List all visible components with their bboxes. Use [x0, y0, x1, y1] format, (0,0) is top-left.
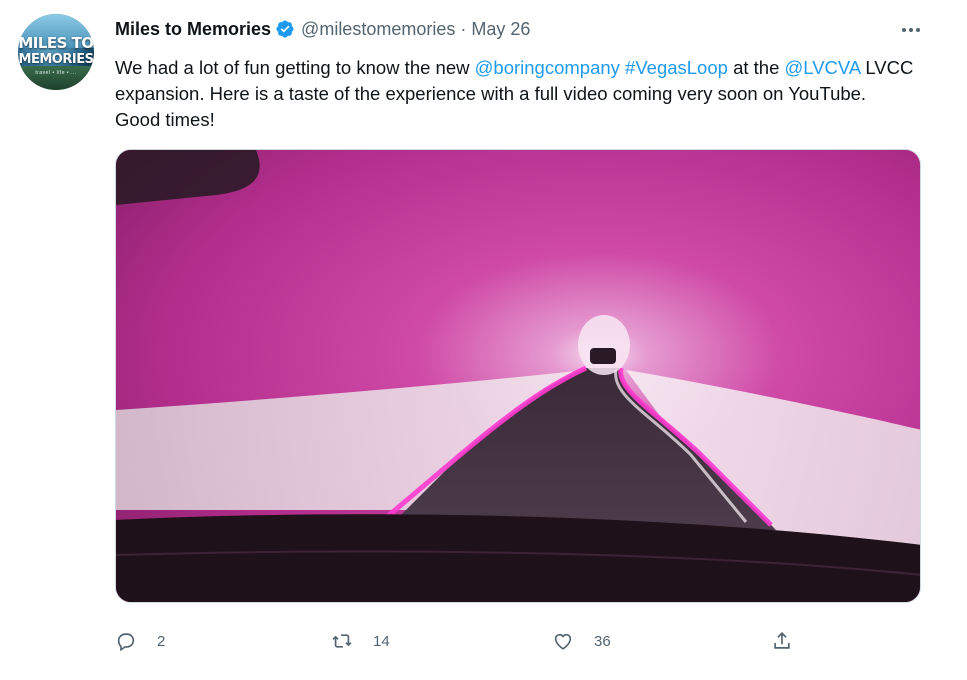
retweet-button[interactable]: 14 [331, 626, 390, 656]
mention-boringcompany[interactable]: @boringcompany [475, 57, 620, 78]
author-handle[interactable]: @milestomemories [301, 19, 455, 40]
author-name[interactable]: Miles to Memories [115, 19, 271, 40]
like-count: 36 [594, 632, 611, 650]
avatar-logo-line1: MILES TO [18, 34, 94, 52]
tweet-text-part1: We had a lot of fun getting to know the … [115, 57, 475, 78]
avatar-logo-line2: MEMORIES [18, 52, 94, 67]
tweet-media-video[interactable] [115, 149, 921, 603]
tunnel-far-ring [578, 315, 630, 375]
header-separator: · [460, 18, 467, 39]
more-dot [902, 28, 906, 32]
more-options-icon[interactable] [898, 20, 924, 40]
tweet-header: Miles to Memories @milestomemories · May… [115, 17, 530, 41]
mention-lvcva[interactable]: @LVCVA [785, 57, 861, 78]
hashtag-vegasloop[interactable]: #VegasLoop [625, 57, 728, 78]
tunnel-video-frame [116, 150, 920, 602]
share-button[interactable] [771, 626, 793, 656]
avatar[interactable]: MILES TO MEMORIES travel • life • ... [18, 14, 94, 90]
tweet-actions: 2 14 36 [115, 626, 805, 656]
reply-count: 2 [157, 632, 166, 650]
more-dot [916, 28, 920, 32]
share-icon [771, 630, 793, 652]
tweet-text-part2: at the [727, 57, 785, 78]
verified-badge-icon [275, 19, 295, 39]
like-button[interactable]: 36 [552, 626, 611, 656]
distant-car [590, 348, 616, 364]
heart-icon [552, 630, 574, 652]
tweet-date[interactable]: May 26 [471, 19, 530, 40]
tweet-text: We had a lot of fun getting to know the … [115, 55, 915, 133]
retweet-count: 14 [373, 632, 390, 650]
reply-button[interactable]: 2 [115, 626, 165, 656]
avatar-logo-line3: travel • life • ... [35, 70, 77, 76]
retweet-icon [331, 630, 353, 652]
reply-icon [115, 630, 137, 652]
more-dot [909, 28, 913, 32]
